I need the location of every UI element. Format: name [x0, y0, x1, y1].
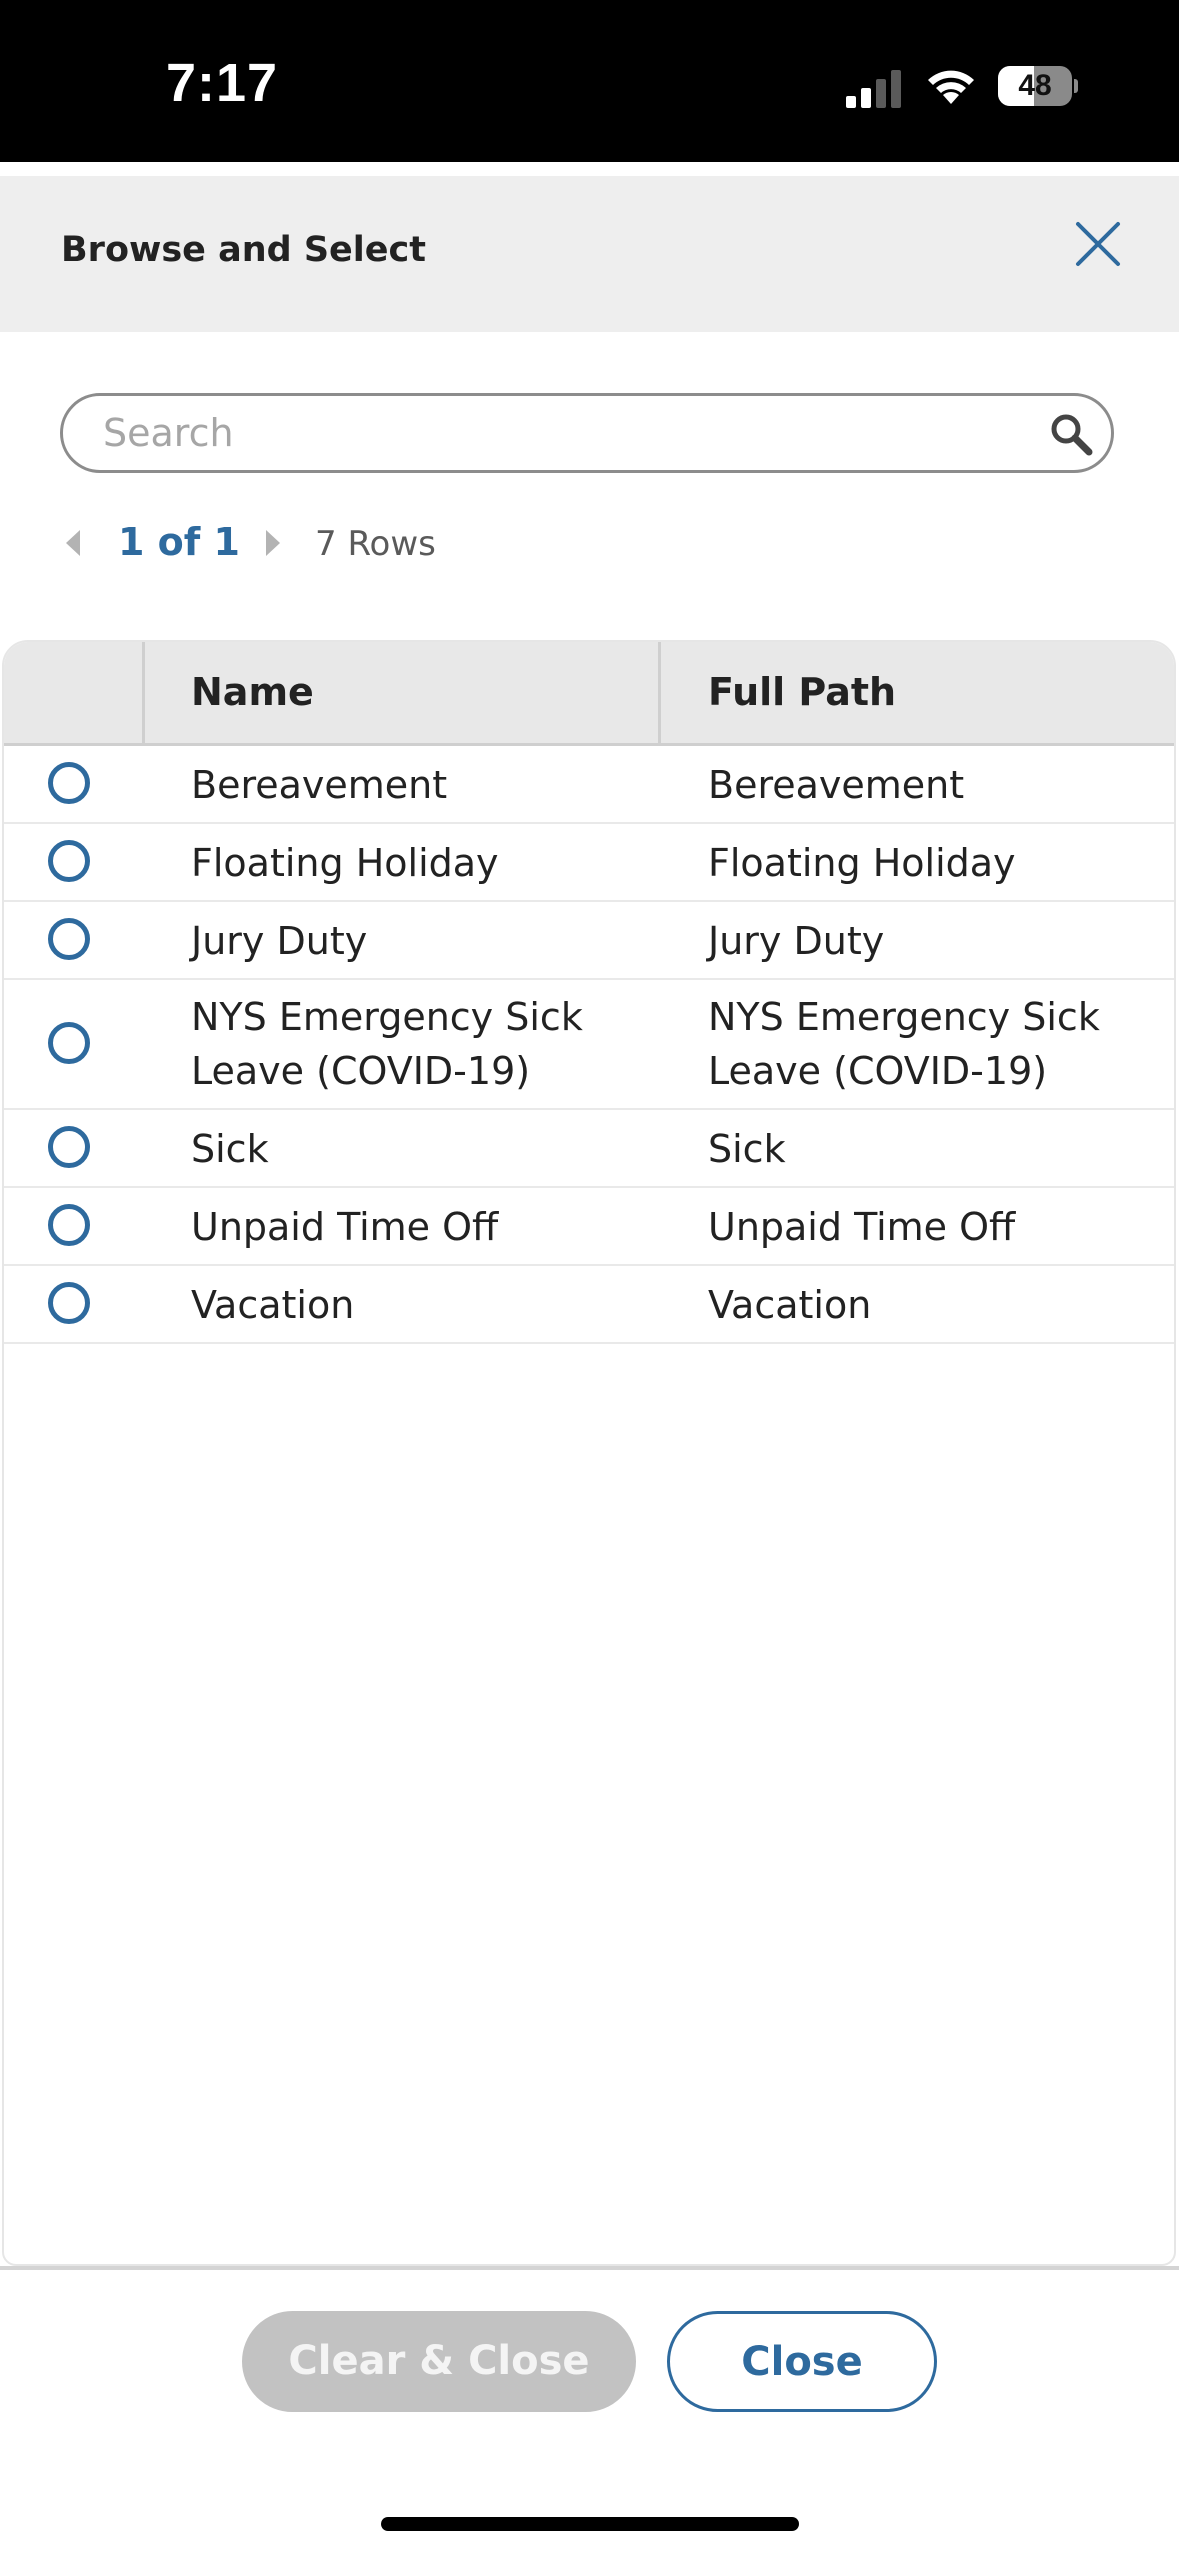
- cell-full-path: Unpaid Time Off: [708, 1205, 1016, 1249]
- status-time: 7:17: [166, 53, 279, 113]
- battery-icon: 48: [998, 66, 1078, 106]
- cell-full-path: Bereavement: [708, 763, 965, 807]
- table-row[interactable]: Vacation Vacation: [4, 1266, 1174, 1344]
- row-radio-button[interactable]: [48, 918, 90, 960]
- search-box: [60, 393, 1114, 473]
- table-row[interactable]: NYS Emergency Sick Leave (COVID-19) NYS …: [4, 980, 1174, 1110]
- dialog-header: Browse and Select: [0, 176, 1179, 332]
- cellular-signal-icon: [846, 70, 901, 108]
- row-radio-button[interactable]: [48, 1022, 90, 1064]
- cell-full-path: NYS Emergency Sick Leave (COVID-19): [708, 995, 1100, 1093]
- table-header: Name Full Path: [4, 642, 1174, 746]
- row-radio-button[interactable]: [48, 762, 90, 804]
- battery-level: 48: [1018, 69, 1052, 102]
- pagination: 1 of 1 7 Rows: [60, 510, 660, 580]
- column-header-name[interactable]: Name: [191, 670, 314, 714]
- column-header-full-path[interactable]: Full Path: [708, 670, 896, 714]
- dialog-title: Browse and Select: [61, 230, 427, 270]
- cell-full-path: Floating Holiday: [708, 841, 1016, 885]
- cell-name: Unpaid Time Off: [191, 1205, 499, 1249]
- row-radio-button[interactable]: [48, 1204, 90, 1246]
- table-row[interactable]: Bereavement Bereavement: [4, 746, 1174, 824]
- footer-divider: [0, 2266, 1179, 2270]
- next-page-icon[interactable]: [262, 528, 284, 558]
- close-x-icon[interactable]: [1072, 218, 1124, 270]
- home-indicator: [381, 2517, 799, 2531]
- cell-name: NYS Emergency Sick Leave (COVID-19): [191, 995, 583, 1093]
- cell-name: Sick: [191, 1127, 269, 1171]
- row-count: 7 Rows: [315, 524, 436, 564]
- row-radio-button[interactable]: [48, 840, 90, 882]
- cell-full-path: Jury Duty: [708, 919, 885, 963]
- status-bar: 7:17 48: [0, 0, 1179, 162]
- column-divider: [142, 642, 145, 746]
- wifi-icon: [928, 70, 974, 104]
- row-radio-button[interactable]: [48, 1126, 90, 1168]
- search-input[interactable]: [103, 396, 1003, 470]
- row-radio-button[interactable]: [48, 1282, 90, 1324]
- previous-page-icon[interactable]: [62, 528, 84, 558]
- cell-name: Vacation: [191, 1283, 355, 1327]
- table-row[interactable]: Sick Sick: [4, 1110, 1174, 1188]
- cell-full-path: Sick: [708, 1127, 786, 1171]
- cell-name: Jury Duty: [191, 919, 368, 963]
- table-row[interactable]: Floating Holiday Floating Holiday: [4, 824, 1174, 902]
- clear-and-close-button[interactable]: Clear & Close: [242, 2311, 636, 2412]
- results-table: Name Full Path Bereavement Bereavement F…: [2, 640, 1176, 2266]
- table-row[interactable]: Jury Duty Jury Duty: [4, 902, 1174, 980]
- column-divider: [658, 642, 661, 746]
- table-row[interactable]: Unpaid Time Off Unpaid Time Off: [4, 1188, 1174, 1266]
- search-icon[interactable]: [1049, 412, 1093, 456]
- close-button[interactable]: Close: [667, 2311, 937, 2412]
- page-indicator: 1 of 1: [118, 520, 240, 564]
- cell-full-path: Vacation: [708, 1283, 872, 1327]
- cell-name: Bereavement: [191, 763, 448, 807]
- cell-name: Floating Holiday: [191, 841, 499, 885]
